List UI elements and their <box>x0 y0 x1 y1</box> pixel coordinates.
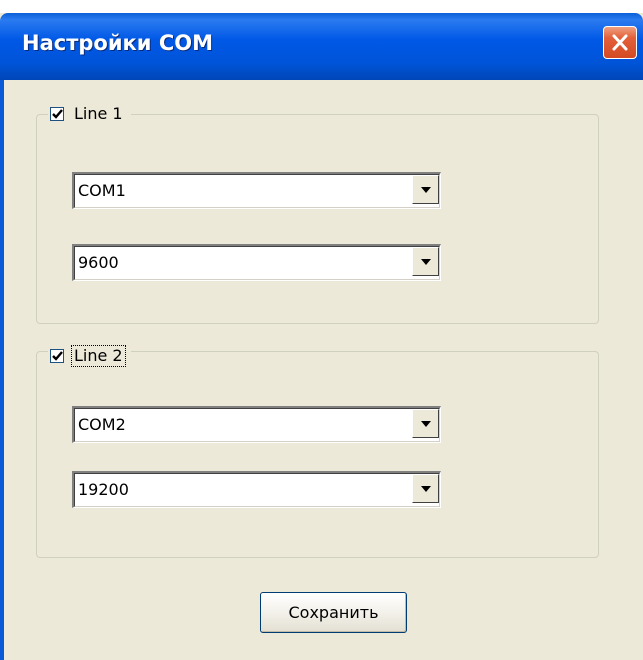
line-1-port-select[interactable]: COM1 <box>72 172 441 209</box>
line-2-baud-value: 19200 <box>78 480 129 499</box>
line-2-label[interactable]: Line 2 <box>71 345 126 367</box>
window-top-gap <box>0 0 643 13</box>
line-1-label[interactable]: Line 1 <box>72 104 125 124</box>
line-1-baud-dropdown-button[interactable] <box>412 247 439 276</box>
save-button-label: Сохранить <box>288 603 379 622</box>
line-2-legend: Line 2 <box>48 342 131 370</box>
line-1-group <box>36 114 599 324</box>
line-1-baud-value: 9600 <box>78 253 119 272</box>
line-2-port-value: COM2 <box>78 415 126 434</box>
dialog-client-area: Line 1 COM1 9600 Line 2 COM2 19200 Сохра… <box>4 80 643 660</box>
save-button[interactable]: Сохранить <box>260 592 407 633</box>
line-1-legend: Line 1 <box>48 100 131 128</box>
combo-frame <box>74 408 440 442</box>
line-1-checkbox[interactable] <box>50 107 64 121</box>
line-2-group <box>36 351 599 558</box>
line-2-port-dropdown-button[interactable] <box>412 409 439 438</box>
com-settings-dialog: Настройки COM Line 1 COM1 9600 Line 2 CO… <box>0 0 643 660</box>
close-button[interactable] <box>603 26 637 59</box>
line-1-port-dropdown-button[interactable] <box>412 175 439 204</box>
combo-frame <box>74 246 440 280</box>
window-title: Настройки COM <box>22 31 213 55</box>
line-1-baud-select[interactable]: 9600 <box>72 244 441 281</box>
line-2-checkbox[interactable] <box>50 349 64 363</box>
line-2-port-select[interactable]: COM2 <box>72 406 441 443</box>
line-2-baud-dropdown-button[interactable] <box>412 474 439 503</box>
line-1-port-value: COM1 <box>78 181 126 200</box>
line-2-baud-select[interactable]: 19200 <box>72 471 441 508</box>
combo-frame <box>74 174 440 208</box>
